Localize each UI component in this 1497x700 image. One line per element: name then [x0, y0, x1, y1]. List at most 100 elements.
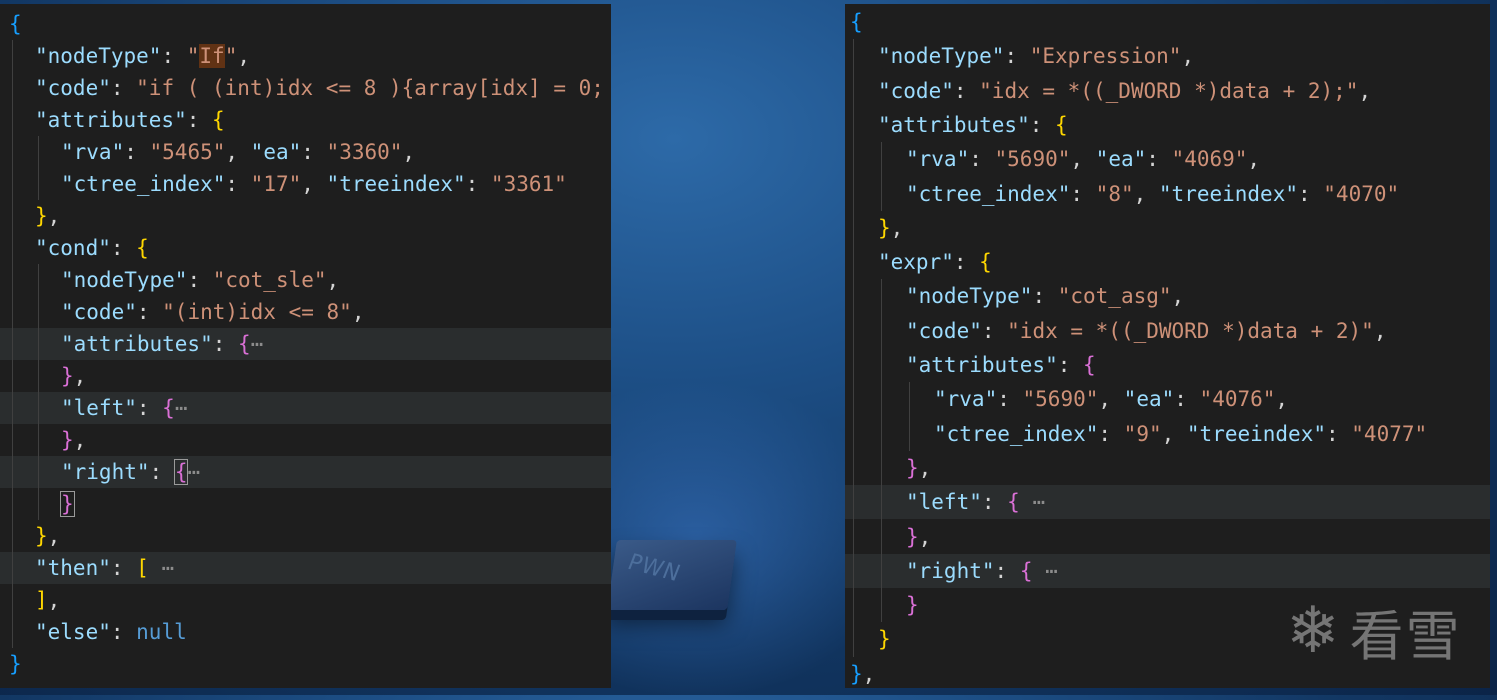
code-line[interactable]: }	[0, 488, 611, 520]
code-line[interactable]: "ctree_index": "9", "treeindex": "4077"	[845, 417, 1490, 451]
code-token: "4077"	[1351, 421, 1428, 446]
code-token: :	[994, 558, 1020, 583]
indent-guide	[12, 40, 13, 648]
code-line[interactable]: "code": "(int)idx <= 8",	[0, 296, 611, 328]
watermark-text: 看雪	[1349, 604, 1462, 668]
code-token: "else"	[35, 620, 111, 644]
code-token: :	[1057, 353, 1084, 377]
code-token: }	[35, 204, 48, 228]
fold-ellipsis-icon[interactable]: ⋯	[149, 556, 174, 580]
code-token: }	[35, 524, 48, 548]
code-line[interactable]: "attributes": {⋯	[0, 328, 611, 360]
code-token: ,	[1133, 181, 1159, 206]
code-token: "code"	[906, 318, 982, 343]
code-line[interactable]: },	[845, 520, 1490, 554]
code-token: :	[212, 332, 239, 356]
code-line[interactable]: ],	[0, 584, 611, 616]
code-line[interactable]: "left": { ⋯	[845, 485, 1490, 520]
code-token: ,	[402, 140, 416, 164]
code-line[interactable]: "then": [ ⋯	[0, 552, 611, 584]
code-token: :	[136, 300, 163, 324]
code-token: "treeindex"	[1186, 421, 1326, 446]
code-token: "right"	[906, 558, 995, 583]
code-token: ,	[1358, 78, 1372, 103]
code-token: :	[1070, 181, 1096, 206]
code-line[interactable]: "cond": {	[0, 232, 611, 264]
code-token: ,	[301, 172, 327, 196]
code-line[interactable]: "code": "if ( (int)idx <= 8 ){array[idx]…	[0, 72, 611, 104]
code-line[interactable]: "code": "idx = *((_DWORD *)data + 2);",	[845, 74, 1490, 108]
fold-ellipsis-icon[interactable]: ⋯	[187, 460, 200, 484]
code-token: If	[199, 44, 225, 68]
code-line[interactable]: "code": "idx = *((_DWORD *)data + 2)",	[845, 314, 1490, 348]
code-line[interactable]: "rva": "5465", "ea": "3360",	[0, 136, 611, 168]
code-token: {	[212, 108, 225, 132]
code-line[interactable]: {	[845, 5, 1490, 39]
code-token: :	[110, 236, 137, 260]
code-token: }	[850, 661, 863, 686]
code-line[interactable]: "rva": "5690", "ea": "4076",	[845, 382, 1490, 416]
code-line[interactable]: },	[0, 200, 611, 232]
code-token: }	[878, 215, 891, 240]
code-token: "9"	[1123, 421, 1162, 446]
code-token: "nodeType"	[906, 284, 1033, 309]
code-token: :	[953, 250, 980, 275]
code-token: {	[1007, 490, 1020, 515]
code-token: "4076"	[1199, 387, 1276, 412]
fold-ellipsis-icon[interactable]: ⋯	[1032, 559, 1058, 583]
code-token: {	[9, 12, 22, 36]
code-token: }	[878, 627, 891, 652]
code-token: ,	[225, 140, 251, 164]
code-token: {	[979, 250, 992, 275]
code-token: "ea"	[1095, 147, 1147, 172]
code-token: ,	[1247, 147, 1261, 172]
code-token: "cot_sle"	[212, 268, 327, 292]
code-token: [	[136, 556, 149, 580]
code-token: "ctree_index"	[906, 181, 1071, 206]
code-token: "ctree_index"	[61, 172, 226, 196]
code-token: "5690"	[994, 147, 1071, 172]
fold-ellipsis-icon[interactable]: ⋯	[251, 332, 264, 356]
code-token: ,	[326, 268, 340, 292]
code-token: :	[110, 620, 137, 644]
left-code-editor[interactable]: { "nodeType": "If", "code": "if ( (int)idx…	[0, 4, 611, 688]
code-line[interactable]: "nodeType": "cot_sle",	[0, 264, 611, 296]
code-line[interactable]: "right": {⋯	[0, 456, 611, 488]
code-line[interactable]: },	[0, 424, 611, 456]
code-line[interactable]: "attributes": {	[0, 104, 611, 136]
code-line[interactable]: "rva": "5690", "ea": "4069",	[845, 142, 1490, 176]
code-line[interactable]: "ctree_index": "17", "treeindex": "3361"	[0, 168, 611, 200]
code-line[interactable]: },	[845, 211, 1490, 245]
code-line[interactable]: "nodeType": "If",	[0, 40, 611, 72]
code-line[interactable]: },	[0, 520, 611, 552]
code-line[interactable]: },	[0, 360, 611, 392]
code-token: ,	[1373, 318, 1387, 343]
code-line[interactable]: "else": null	[0, 616, 611, 648]
code-token: "cot_asg"	[1057, 284, 1172, 309]
code-token: "attributes"	[35, 108, 187, 132]
code-token: "rva"	[61, 140, 125, 164]
code-line[interactable]: }	[0, 648, 611, 680]
code-token: ,	[47, 588, 61, 612]
code-line[interactable]: "left": {⋯	[0, 392, 611, 424]
code-token: "4070"	[1323, 181, 1400, 206]
code-line[interactable]: "attributes": {	[845, 348, 1490, 382]
code-token: :	[981, 490, 1008, 515]
code-token: :	[465, 172, 491, 196]
code-token: "attributes"	[61, 332, 213, 356]
code-line[interactable]: "nodeType": "Expression",	[845, 39, 1490, 73]
code-token: "right"	[61, 460, 150, 484]
right-code-editor[interactable]: {"nodeType": "Expression", "code": "idx =…	[845, 4, 1490, 688]
code-line[interactable]: "ctree_index": "8", "treeindex": "4070"	[845, 177, 1490, 211]
fold-ellipsis-icon[interactable]: ⋯	[175, 396, 188, 420]
code-line[interactable]: "expr": {	[845, 245, 1490, 279]
code-token: {	[1019, 558, 1033, 583]
code-line[interactable]: {	[0, 8, 611, 40]
code-token: "treeindex"	[1158, 181, 1298, 206]
code-line[interactable]: "attributes": {	[845, 108, 1490, 142]
code-line[interactable]: },	[845, 451, 1490, 485]
code-token: "code"	[878, 78, 954, 103]
code-line[interactable]: "right": { ⋯	[845, 553, 1490, 589]
fold-ellipsis-icon[interactable]: ⋯	[1020, 490, 1045, 514]
code-line[interactable]: "nodeType": "cot_asg",	[845, 279, 1490, 313]
